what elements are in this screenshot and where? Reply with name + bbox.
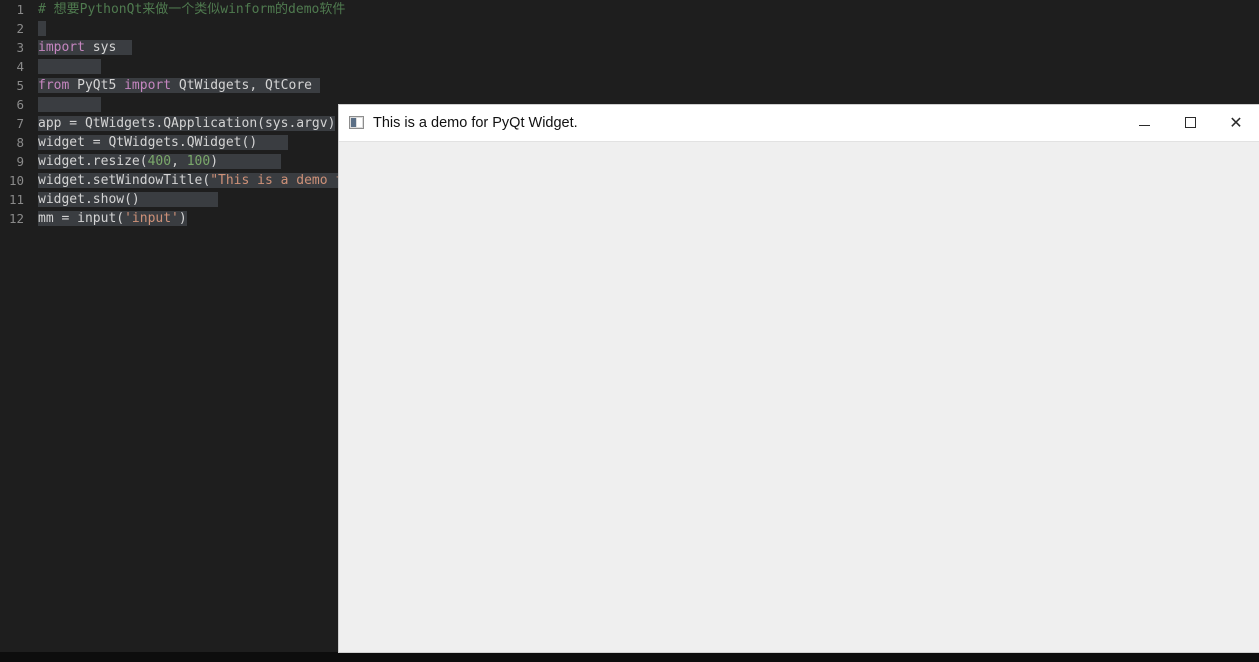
line-number: 9 [16, 154, 24, 169]
comma: , [171, 154, 187, 169]
selection-block: import sys [38, 40, 132, 55]
identifier-token: sys [92, 40, 117, 55]
line-number: 10 [8, 173, 24, 188]
identifier-token: QtCore [265, 78, 312, 93]
trailing-space [257, 135, 288, 150]
paren: ) [178, 211, 187, 226]
code-line-3[interactable]: import sys [38, 38, 1259, 57]
code-text: widget = QtWidgets.QWidget() [38, 135, 258, 150]
maximize-icon [1184, 117, 1196, 128]
code-line-4[interactable] [38, 57, 1259, 76]
line-number: 11 [8, 192, 24, 207]
selection-block: widget = QtWidgets.QWidget() [38, 135, 289, 150]
window-client-area[interactable] [339, 141, 1259, 652]
trailing-space [312, 78, 320, 93]
selection-block [38, 97, 101, 112]
line-number: 4 [16, 59, 24, 74]
window-controls[interactable]: ✕ [1121, 105, 1259, 140]
window-pane-icon [349, 115, 365, 131]
line-number-gutter: 1 2 3 4 5 6 7 8 9 10 11 12 [0, 0, 30, 662]
icon-pane-right [357, 117, 362, 127]
line-number: 3 [16, 40, 24, 55]
close-button[interactable]: ✕ [1213, 105, 1259, 140]
trailing-space [140, 192, 218, 207]
line-number: 6 [16, 97, 24, 112]
keyword-token: import [124, 78, 172, 93]
selection-block: widget.show() [38, 192, 219, 207]
selection-block [38, 21, 46, 36]
code-text: mm = input( [38, 211, 125, 226]
selection-block: app = QtWidgets.QApplication(sys.argv) [38, 116, 336, 131]
maximize-button[interactable] [1167, 105, 1213, 140]
window-title: This is a demo for PyQt Widget. [373, 114, 578, 131]
selection-block: widget.resize(400, 100) [38, 154, 281, 169]
minimize-button[interactable] [1121, 105, 1167, 140]
code-text: widget.resize( [38, 154, 148, 169]
line-number: 7 [16, 116, 24, 131]
line-number: 1 [16, 2, 24, 17]
trailing-space [218, 154, 281, 169]
window-titlebar[interactable]: This is a demo for PyQt Widget. ✕ [339, 105, 1259, 141]
selection-block: mm = input('input') [38, 211, 187, 226]
line-number: 2 [16, 21, 24, 36]
bottom-strip [0, 652, 1259, 662]
line-number: 5 [16, 78, 24, 93]
close-icon: ✕ [1229, 112, 1243, 132]
code-text: widget.setWindowTitle( [38, 173, 211, 188]
number-token: 100 [186, 154, 211, 169]
minimize-icon [1138, 125, 1150, 126]
identifier-token: QtWidgets [178, 78, 250, 93]
selection-block [38, 59, 101, 74]
keyword-token: import [38, 40, 85, 55]
pyqt-widget-window[interactable]: This is a demo for PyQt Widget. ✕ [339, 105, 1259, 652]
code-text: app = QtWidgets.QApplication(sys.argv) [38, 116, 336, 131]
comma: , [249, 78, 266, 93]
comment-token: # 想要PythonQt来做一个类似winform的demo软件 [38, 2, 346, 17]
trailing-space [116, 40, 132, 55]
paren: ) [210, 154, 219, 169]
selection-block: from PyQt5 import QtWidgets, QtCore [38, 78, 320, 93]
line-number: 8 [16, 135, 24, 150]
code-line-1[interactable]: # 想要PythonQt来做一个类似winform的demo软件 [38, 0, 1259, 19]
keyword-token: from [38, 78, 70, 93]
icon-pane-left [351, 117, 356, 127]
string-token: 'input' [124, 211, 179, 226]
code-line-5[interactable]: from PyQt5 import QtWidgets, QtCore [38, 76, 1259, 95]
code-line-2[interactable] [38, 19, 1259, 38]
identifier-token: PyQt5 [77, 78, 117, 93]
line-number: 12 [8, 211, 24, 226]
number-token: 400 [147, 154, 172, 169]
code-text: widget.show() [38, 192, 140, 207]
